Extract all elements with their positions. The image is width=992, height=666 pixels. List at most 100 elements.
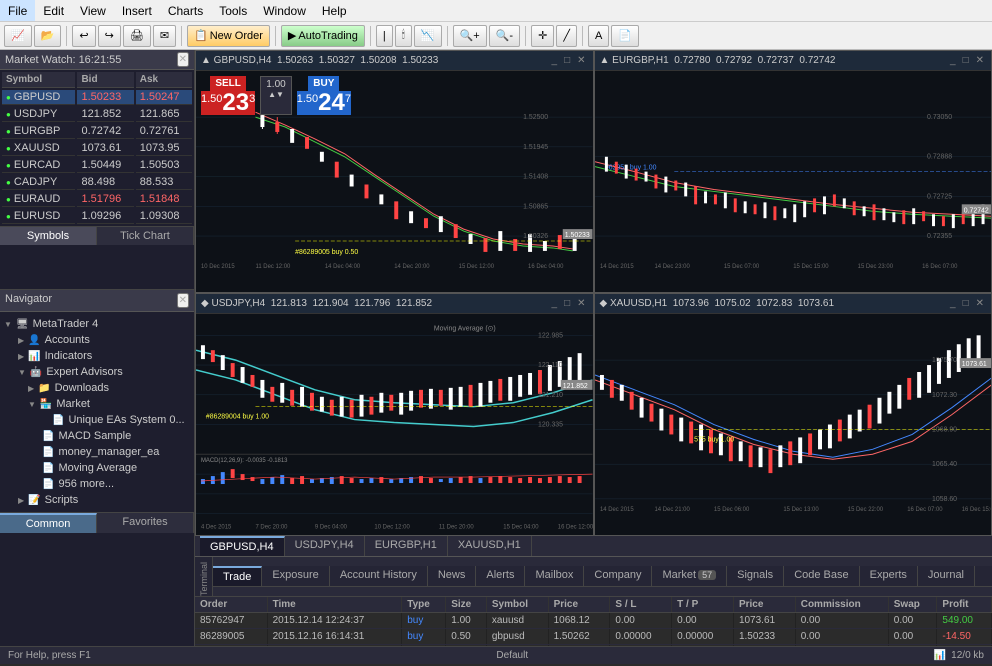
chart-tab-xauusd[interactable]: XAUUSD,H1: [448, 536, 532, 556]
chart-close-usdjpy[interactable]: ✕: [575, 298, 587, 309]
term-tab-trade[interactable]: Trade: [213, 566, 262, 586]
nav-tree-item[interactable]: ▶ 📁 Downloads: [4, 380, 190, 396]
term-tab-market[interactable]: Market57: [652, 566, 727, 586]
nav-item-icon: 🤖: [30, 367, 42, 378]
menu-file[interactable]: File: [0, 0, 35, 21]
mw-ask: 1.50247: [136, 90, 192, 105]
text-button[interactable]: A: [588, 25, 609, 47]
market-watch-row[interactable]: ● USDJPY 121.852 121.865: [2, 107, 192, 122]
nav-tab-common[interactable]: Common: [0, 513, 97, 533]
trade-table: Order Time Type Size Symbol Price S / L …: [195, 597, 992, 646]
term-tab-account[interactable]: Account History: [330, 566, 428, 586]
term-tab-codebase[interactable]: Code Base: [784, 566, 859, 586]
table-row[interactable]: 86289005 2015.12.16 16:14:31 buy 0.50 gb…: [195, 629, 992, 645]
nav-tree-item[interactable]: ▶ 👤 Accounts: [4, 332, 190, 348]
trade-curprice: 121.852: [733, 645, 795, 646]
redo-button[interactable]: ↪: [98, 25, 121, 47]
menu-insert[interactable]: Insert: [114, 0, 160, 21]
term-tab-mailbox[interactable]: Mailbox: [525, 566, 584, 586]
chart-close-xauusd[interactable]: ✕: [974, 298, 986, 309]
chart-tab-eurgbp[interactable]: EURGBP,H1: [365, 536, 448, 556]
crosshair-button[interactable]: ✛: [531, 25, 554, 47]
menu-window[interactable]: Window: [255, 0, 314, 21]
chart-close-gbpusd[interactable]: ✕: [575, 55, 587, 66]
chart-minimize-gbpusd[interactable]: _: [550, 55, 560, 66]
nav-tree-item[interactable]: 📄 MACD Sample: [4, 428, 190, 444]
svg-text:0.73050: 0.73050: [927, 114, 952, 121]
chart-tab-usdjpy[interactable]: USDJPY,H4: [285, 536, 365, 556]
term-tab-journal[interactable]: Journal: [918, 566, 975, 586]
chart-body-usdjpy[interactable]: #86289004 buy 1.00 Moving Average (⊙) 12…: [196, 314, 593, 535]
term-tab-signals[interactable]: Signals: [727, 566, 784, 586]
zoom-out-button[interactable]: 🔍-: [489, 25, 520, 47]
chart-minimize-xauusd[interactable]: _: [948, 298, 958, 309]
autotrading-button[interactable]: ▶ AutoTrading: [281, 25, 365, 47]
chart-minimize-eurgbp[interactable]: _: [948, 55, 958, 66]
market-watch-close[interactable]: ✕: [177, 52, 189, 67]
line-tool-button[interactable]: ╱: [556, 25, 577, 47]
chart-tab-gbpusd[interactable]: GBPUSD,H4: [200, 536, 285, 556]
chart-maximize-gbpusd[interactable]: □: [562, 55, 572, 66]
dot-icon: ●: [6, 127, 11, 136]
mw-col-bid: Bid: [77, 72, 133, 88]
new-chart-button[interactable]: 📈: [4, 25, 32, 47]
chart-close-eurgbp[interactable]: ✕: [974, 55, 986, 66]
chart-body-xauusd[interactable]: 575 buy 1.00 1073.61 1075.70 1072.30 106…: [595, 314, 992, 535]
nav-tree-item[interactable]: 📄 money_manager_ea: [4, 444, 190, 460]
nav-tab-favorites[interactable]: Favorites: [97, 513, 194, 533]
chart-maximize-xauusd[interactable]: □: [961, 298, 971, 309]
nav-tree-item[interactable]: 📄 Moving Average: [4, 460, 190, 476]
lot-arrows[interactable]: ▲▼: [268, 90, 284, 99]
open-button[interactable]: 📂: [34, 25, 62, 47]
email-button[interactable]: ✉: [153, 25, 176, 47]
market-watch-row[interactable]: ● XAUUSD 1073.61 1073.95: [2, 141, 192, 156]
candle-button[interactable]: 🕯: [395, 25, 412, 47]
market-watch-row[interactable]: ● EURUSD 1.09296 1.09308: [2, 209, 192, 224]
mw-tab-symbols[interactable]: Symbols: [0, 227, 97, 245]
market-watch-row[interactable]: ● GBPUSD 1.50233 1.50247: [2, 90, 192, 105]
term-tab-alerts[interactable]: Alerts: [476, 566, 525, 586]
nav-tree-item[interactable]: ▶ 📝 Scripts: [4, 492, 190, 508]
menu-tools[interactable]: Tools: [211, 0, 255, 21]
menu-help[interactable]: Help: [314, 0, 355, 21]
menu-view[interactable]: View: [72, 0, 114, 21]
trade-size: 1.00: [446, 613, 487, 629]
nav-tree-item[interactable]: ▼ 🏪 Market: [4, 396, 190, 412]
chart-body-gbpusd[interactable]: SELL 1.50 23 3 1.00 ▲▼ BUY: [196, 71, 593, 292]
line-button[interactable]: 📉: [414, 25, 442, 47]
print-button[interactable]: 🖨: [123, 25, 151, 47]
menu-edit[interactable]: Edit: [35, 0, 72, 21]
undo-button[interactable]: ↩: [72, 25, 95, 47]
chart-minimize-usdjpy[interactable]: _: [550, 298, 560, 309]
table-row[interactable]: 85762947 2015.12.14 12:24:37 buy 1.00 xa…: [195, 613, 992, 629]
term-tab-company[interactable]: Company: [584, 566, 652, 586]
trade-price: 1068.12: [548, 613, 610, 629]
nav-item-icon: 📄: [42, 431, 54, 442]
market-watch-row[interactable]: ● CADJPY 88.498 88.533: [2, 175, 192, 190]
term-tab-news[interactable]: News: [428, 566, 477, 586]
zoom-in-button[interactable]: 🔍+: [453, 25, 487, 47]
chart-maximize-eurgbp[interactable]: □: [961, 55, 971, 66]
table-row[interactable]: 86289414 2015.12.16 16:16:02 buy 0.50 us…: [195, 645, 992, 646]
term-tab-experts[interactable]: Experts: [860, 566, 918, 586]
market-watch-row[interactable]: ● EURAUD 1.51796 1.51848: [2, 192, 192, 207]
chart-body-eurgbp[interactable]: #62951 buy 1.00: [595, 71, 992, 292]
chart-header-eurgbp: ▲ EURGBP,H1 0.72780 0.72792 0.72737 0.72…: [595, 51, 992, 71]
templates-button[interactable]: 📄: [611, 25, 639, 47]
nav-tree-item[interactable]: 📄 956 more...: [4, 476, 190, 492]
new-order-button[interactable]: 📋 New Order: [187, 25, 270, 47]
term-tab-exposure[interactable]: Exposure: [262, 566, 329, 586]
market-watch-row[interactable]: ● EURGBP 0.72742 0.72761: [2, 124, 192, 139]
status-right: 📊 12/0 kb: [934, 650, 984, 661]
nav-tree-item[interactable]: 📄 Unique EAs System 0...: [4, 412, 190, 428]
chart-maximize-usdjpy[interactable]: □: [562, 298, 572, 309]
nav-tree-item[interactable]: ▼ 🤖 Expert Advisors: [4, 364, 190, 380]
bar-chart-button[interactable]: |: [376, 25, 393, 47]
mw-col-symbol: Symbol: [2, 72, 75, 88]
market-watch-row[interactable]: ● EURCAD 1.50449 1.50503: [2, 158, 192, 173]
mw-tab-tick[interactable]: Tick Chart: [97, 227, 194, 245]
menu-charts[interactable]: Charts: [160, 0, 211, 21]
nav-tree-item[interactable]: ▼ 🖥 MetaTrader 4: [4, 316, 190, 332]
navigator-close[interactable]: ✕: [177, 293, 189, 308]
nav-tree-item[interactable]: ▶ 📊 Indicators: [4, 348, 190, 364]
